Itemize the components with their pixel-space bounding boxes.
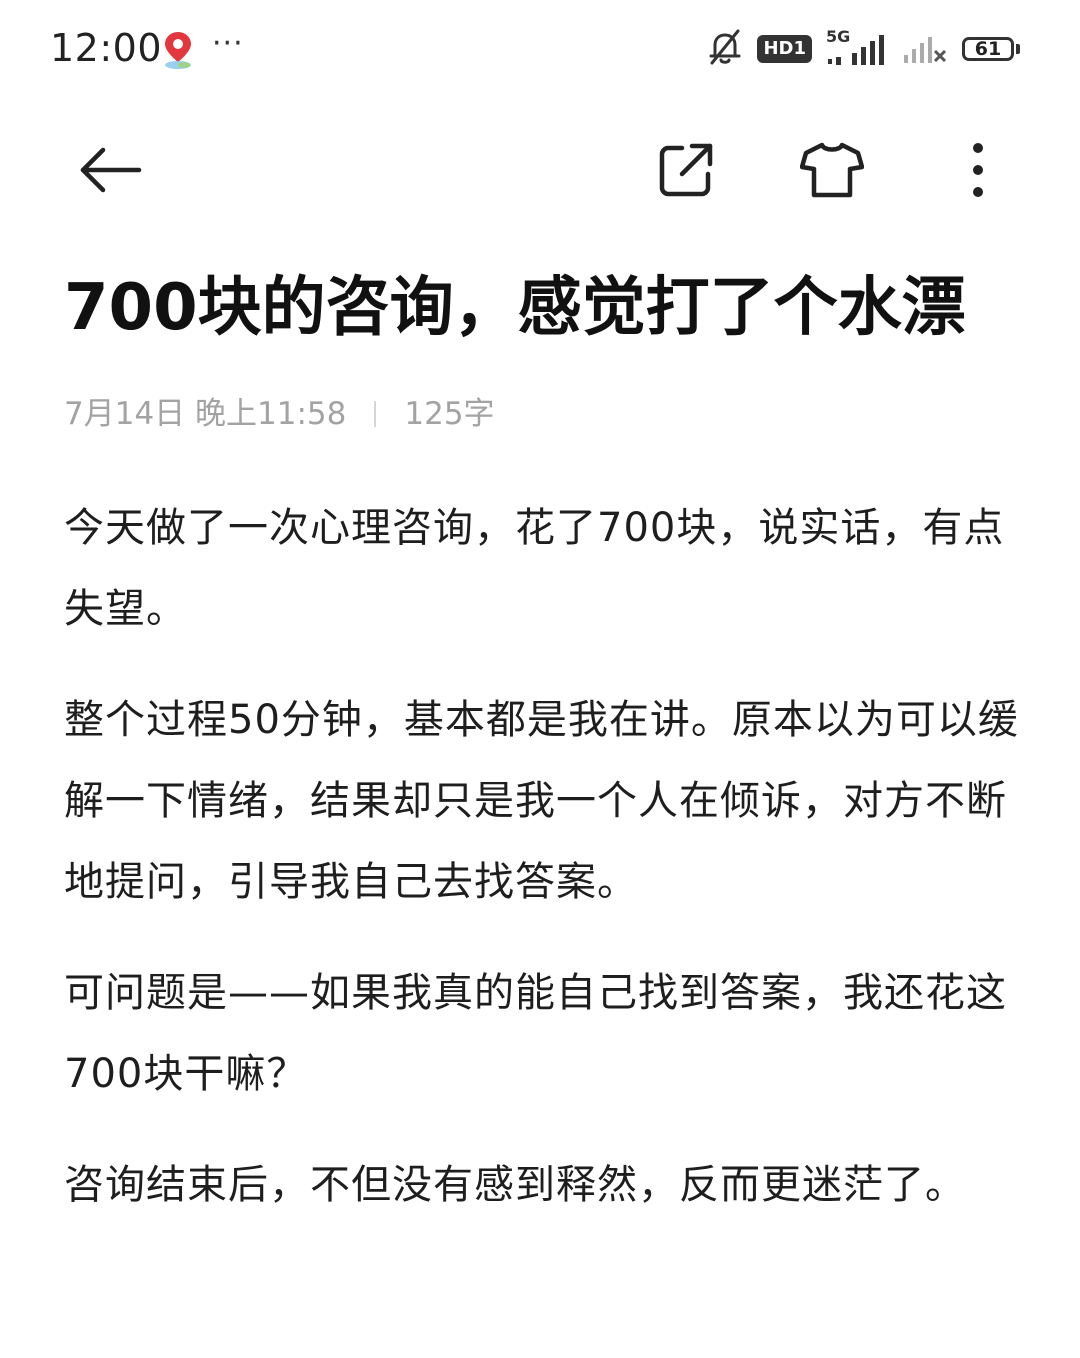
paragraph: 咨询结束后，不但没有感到释然，反而更迷茫了。 [64, 1162, 966, 1208]
more-notifications-icon: ··· [212, 26, 244, 61]
tshirt-icon [800, 142, 864, 198]
status-indicators: HD1 5G 61 [707, 27, 1020, 70]
mute-bell-icon [707, 28, 743, 70]
paragraph: 可问题是——如果我真的能自己找到答案，我还花这700块干嘛？ [64, 970, 1007, 1097]
share-button[interactable] [636, 120, 736, 220]
back-button[interactable] [62, 120, 162, 220]
hd-badge: HD1 [757, 35, 812, 63]
battery-icon: 61 [962, 37, 1020, 61]
top-toolbar [0, 120, 1080, 220]
signal-5g-icon: 5G [826, 27, 888, 67]
more-options-button[interactable] [928, 120, 1028, 220]
more-vertical-icon [973, 143, 983, 197]
signal-weak-icon [902, 29, 948, 69]
word-count: 125字 [404, 396, 495, 432]
paragraph: 今天做了一次心理咨询，花了700块，说实话，有点失望。 [64, 505, 1005, 632]
article-meta: 7月14日 晚上11:58 125字 [64, 392, 495, 436]
theme-button[interactable] [782, 120, 882, 220]
arrow-left-icon [80, 147, 142, 193]
article-title: 700块的咨询，感觉打了个水漂 [64, 271, 966, 345]
paragraph: 整个过程50分钟，基本都是我在讲。原本以为可以缓解一下情绪，结果却只是我一个人在… [64, 697, 1019, 905]
battery-level: 61 [962, 37, 1014, 61]
map-pin-app-icon [160, 30, 196, 70]
article-date: 7月14日 晚上11:58 [64, 396, 347, 432]
article-body: 今天做了一次心理咨询，花了700块，说实话，有点失望。 整个过程50分钟，基本都… [64, 488, 1019, 1256]
status-time: 12:00 [50, 26, 163, 70]
network-label: 5G [826, 27, 851, 46]
share-external-icon [659, 143, 713, 197]
battery-cap [1016, 44, 1020, 54]
status-bar: 12:00 ··· HD1 5G 61 [0, 0, 1080, 100]
meta-divider [374, 401, 377, 427]
